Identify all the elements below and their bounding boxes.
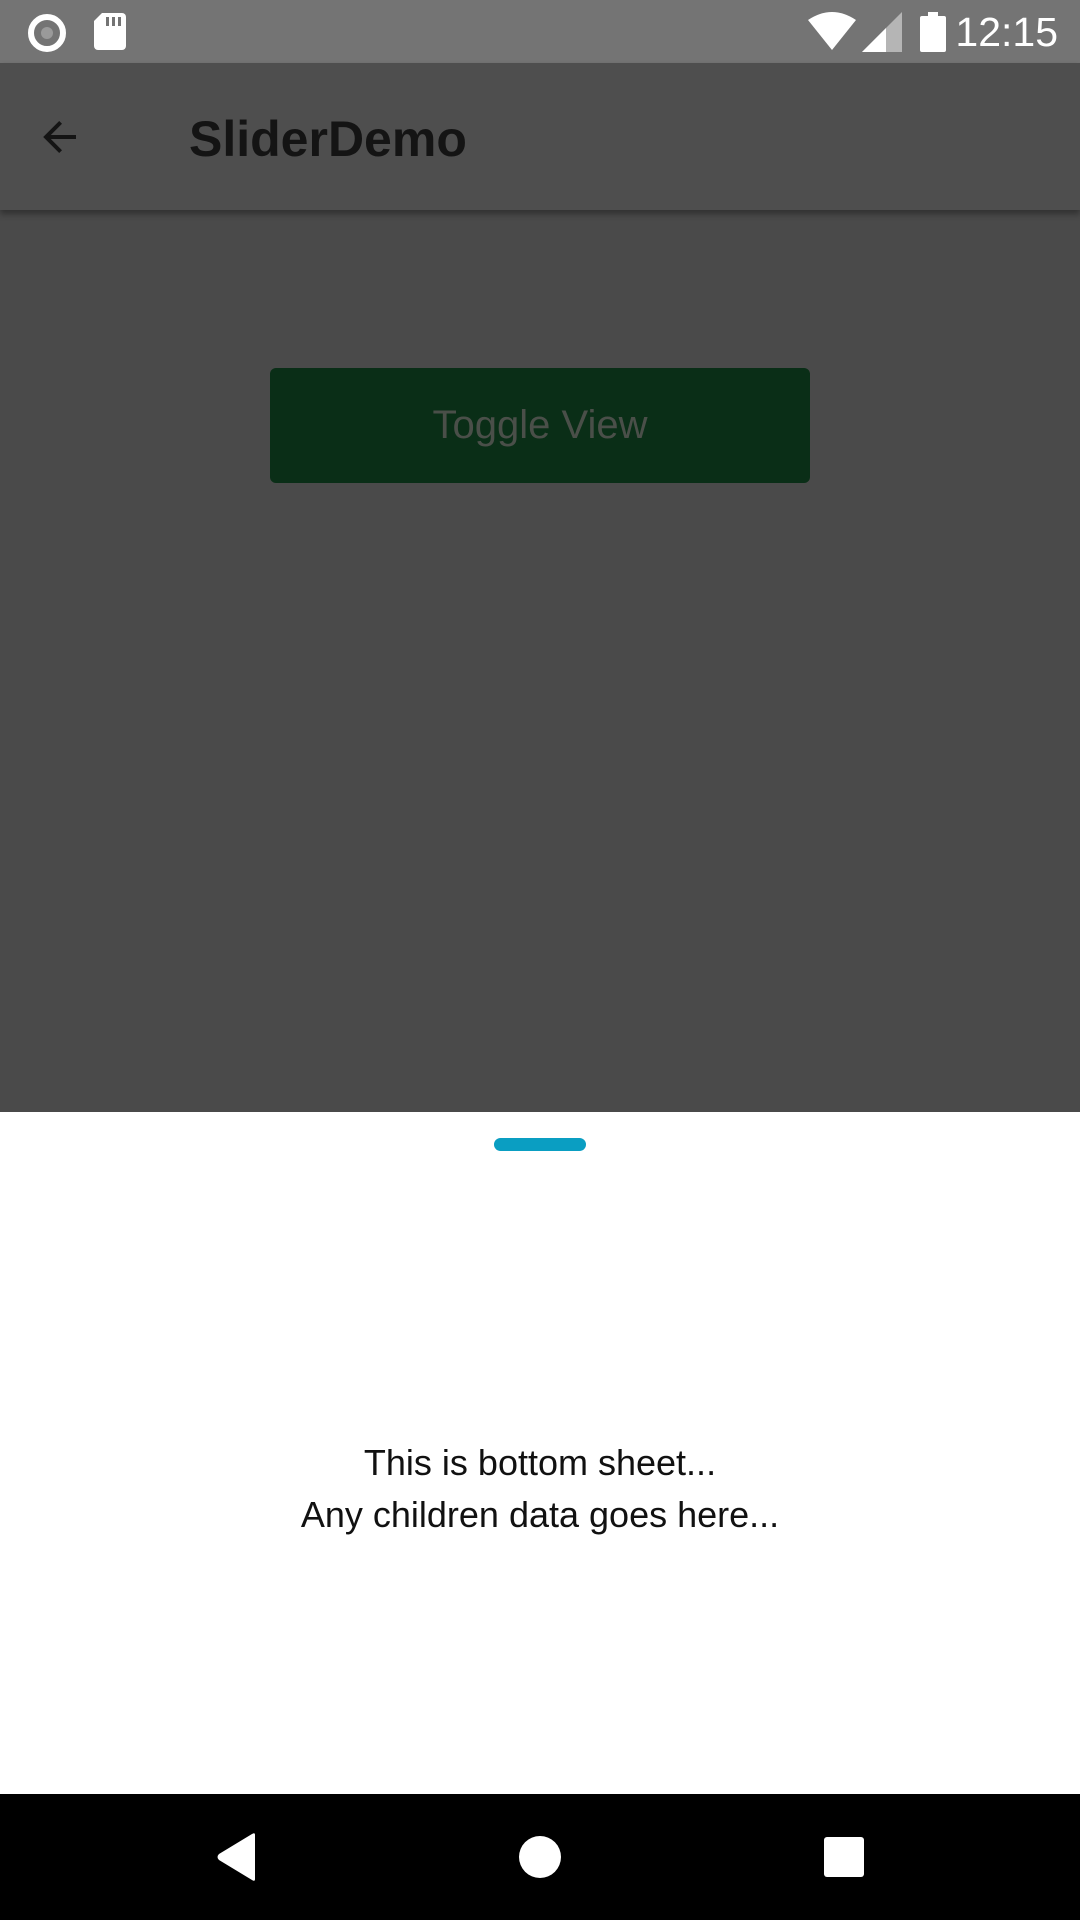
bottom-sheet: This is bottom sheet... Any children dat… <box>0 1112 1080 1794</box>
status-time: 12:15 <box>955 9 1058 55</box>
bottom-sheet-line-2: Any children data goes here... <box>300 1494 780 1535</box>
battery-icon <box>920 12 946 52</box>
navigation-bar <box>0 1794 1080 1920</box>
nav-home-button[interactable] <box>503 1820 577 1894</box>
content-scrim[interactable]: Toggle View <box>0 210 1080 1112</box>
drag-handle[interactable] <box>494 1138 586 1151</box>
nav-home-icon <box>519 1836 561 1878</box>
record-icon <box>28 14 66 52</box>
sd-card-icon <box>94 13 126 50</box>
arrow-back-icon <box>43 121 76 153</box>
app-bar: SliderDemo <box>0 63 1080 210</box>
back-button[interactable] <box>30 107 90 167</box>
screen: 12:15 SliderDemo Toggle View This is bot… <box>0 0 1080 1920</box>
nav-recents-button[interactable] <box>807 1820 881 1894</box>
nav-recents-icon <box>824 1837 864 1877</box>
nav-back-icon <box>217 1833 255 1881</box>
status-bar: 12:15 <box>0 0 1080 63</box>
wifi-icon <box>808 12 856 50</box>
bottom-sheet-text: This is bottom sheet... Any children dat… <box>0 1437 1080 1541</box>
bottom-sheet-line-1: This is bottom sheet... <box>363 1442 717 1483</box>
toggle-view-button[interactable]: Toggle View <box>270 368 810 483</box>
signal-icon <box>862 12 902 52</box>
page-title: SliderDemo <box>189 111 467 167</box>
nav-back-button[interactable] <box>200 1820 274 1894</box>
